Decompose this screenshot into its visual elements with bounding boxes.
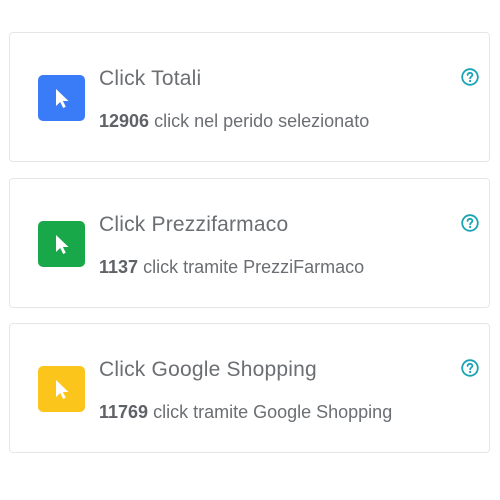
help-icon[interactable] (461, 359, 479, 377)
card-title: Click Prezzifarmaco (99, 213, 289, 236)
cursor-icon (55, 235, 68, 254)
card-title: Click Google Shopping (99, 358, 317, 381)
cursor-icon-box (38, 221, 85, 267)
card-description-line: 11769 click tramite Google Shopping (99, 402, 392, 423)
card-description: click nel perido selezionato (154, 111, 370, 131)
card-description: click tramite PrezziFarmaco (143, 257, 365, 277)
stats-cards: Click Totali 12906 click nel perido sele… (0, 0, 500, 500)
click-count: 12906 (99, 111, 150, 131)
card-description-line: 12906 click nel perido selezionato (99, 111, 369, 132)
cursor-icon (55, 89, 68, 108)
help-icon[interactable] (461, 214, 479, 232)
cursor-icon-box (38, 75, 85, 121)
cursor-icon (55, 380, 68, 399)
card-click-totali: Click Totali 12906 click nel perido sele… (9, 32, 490, 162)
card-description-line: 1137 click tramite PrezziFarmaco (99, 257, 364, 278)
help-icon[interactable] (461, 68, 479, 86)
click-count: 1137 (99, 257, 139, 277)
card-click-prezzifarmaco: Click Prezzifarmaco 1137 click tramite P… (9, 178, 490, 308)
cursor-icon-box (38, 366, 85, 412)
click-count: 11769 (99, 402, 149, 422)
card-click-google-shopping: Click Google Shopping 11769 click tramit… (9, 323, 490, 453)
card-description: click tramite Google Shopping (153, 402, 393, 422)
card-title: Click Totali (99, 67, 202, 90)
